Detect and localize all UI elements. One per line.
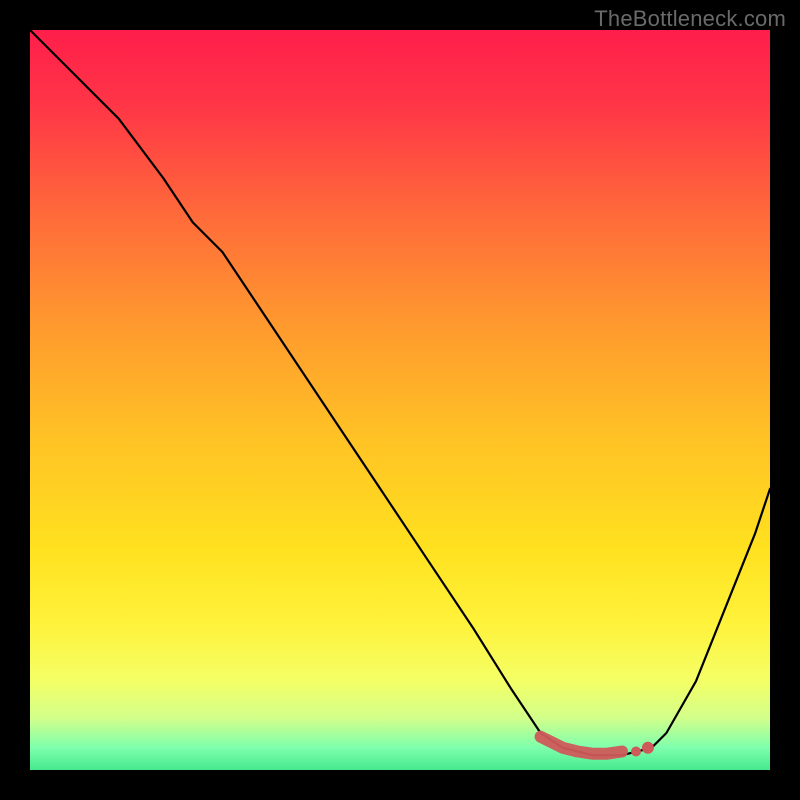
watermark-text: TheBottleneck.com [594, 6, 786, 32]
plot-svg [30, 30, 770, 770]
optimal-point-dot [642, 742, 654, 754]
optimal-range-segment-dash [631, 747, 641, 757]
plot-area [30, 30, 770, 770]
gradient-bg [30, 30, 770, 770]
chart-container: TheBottleneck.com [0, 0, 800, 800]
